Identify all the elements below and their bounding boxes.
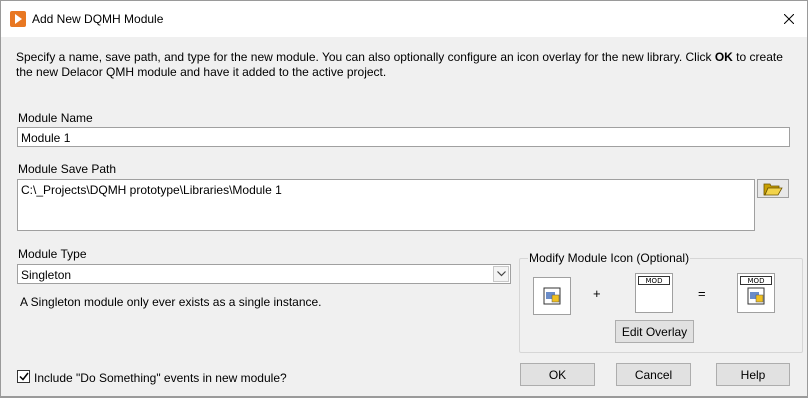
close-icon [784,14,794,24]
edit-overlay-button[interactable]: Edit Overlay [615,320,694,343]
module-type-label: Module Type [18,247,87,261]
do-something-checkbox[interactable] [17,370,30,383]
chevron-down-icon [496,271,506,277]
save-path-input[interactable]: C:\_Projects\DQMH prototype\Libraries\Mo… [17,179,755,231]
result-library-icon [747,287,765,305]
equals-sign: = [698,286,706,301]
ok-emphasis: OK [714,50,733,64]
module-name-input[interactable]: Module 1 [17,127,790,147]
do-something-checkbox-label[interactable]: Include "Do Something" events in new mod… [34,371,287,385]
save-path-label: Module Save Path [18,162,117,176]
module-type-select[interactable]: Singleton [17,264,511,284]
icon-group-title: Modify Module Icon (Optional) [528,251,691,265]
dialog-body: Specify a name, save path, and type for … [0,37,808,398]
result-icon-preview: MOD [737,273,775,313]
browse-folder-button[interactable] [757,179,789,198]
plus-sign: + [593,286,601,301]
dialog-description: Specify a name, save path, and type for … [16,50,783,79]
help-button[interactable]: Help [716,363,790,386]
module-type-description: A Singleton module only ever exists as a… [20,295,322,309]
module-name-label: Module Name [18,111,93,125]
title-bar: Add New DQMH Module [0,0,808,37]
labview-app-icon [10,11,26,27]
open-folder-icon [763,183,783,195]
module-icon-preview [533,277,571,315]
dropdown-arrow[interactable] [493,266,509,282]
mod-banner: MOD [638,276,670,285]
library-icon [543,287,561,305]
close-button[interactable] [777,7,801,31]
window-title: Add New DQMH Module [32,12,164,26]
module-type-value: Singleton [21,268,72,282]
cancel-button[interactable]: Cancel [616,363,691,386]
ok-button[interactable]: OK [520,363,595,386]
checkmark-icon [18,372,29,381]
overlay-icon-preview: MOD [635,273,673,313]
